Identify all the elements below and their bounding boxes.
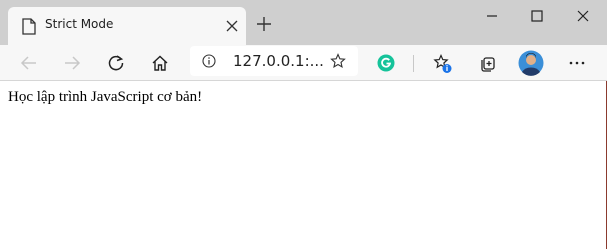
maximize-icon [531, 10, 543, 22]
favorites-button[interactable] [430, 51, 454, 75]
forward-button[interactable] [60, 51, 84, 75]
toolbar-divider [413, 55, 414, 72]
close-icon [577, 10, 589, 22]
home-button[interactable] [148, 51, 172, 75]
url-text[interactable]: 127.0.0.1:... [233, 52, 324, 70]
page-icon [22, 18, 36, 35]
more-icon [569, 61, 585, 65]
page-text: Học lập trình JavaScript cơ bản! [8, 89, 203, 105]
favorite-star-icon[interactable] [330, 53, 346, 69]
grammarly-icon [377, 54, 395, 72]
minimize-button[interactable] [470, 2, 514, 30]
address-bar[interactable]: 127.0.0.1:... [190, 46, 358, 76]
avatar [518, 50, 544, 76]
browser-toolbar: 127.0.0.1:... [0, 45, 607, 81]
minimize-icon [487, 15, 497, 17]
close-window-button[interactable] [561, 2, 605, 30]
info-icon[interactable] [202, 54, 216, 68]
refresh-button[interactable] [104, 51, 128, 75]
forward-icon [65, 56, 81, 70]
collections-button[interactable] [476, 51, 500, 75]
tab-strict-mode[interactable]: Strict Mode [8, 7, 246, 45]
refresh-icon [108, 55, 124, 71]
tab-title: Strict Mode [45, 17, 114, 31]
profile-button[interactable] [518, 50, 544, 76]
back-icon [20, 56, 36, 70]
page-content: Học lập trình JavaScript cơ bản! [0, 81, 607, 249]
grammarly-extension-button[interactable] [374, 51, 398, 75]
new-tab-icon[interactable] [256, 16, 272, 32]
collections-icon [481, 57, 495, 72]
favorites-icon [433, 54, 452, 73]
more-options-button[interactable] [565, 51, 589, 75]
back-button[interactable] [17, 51, 41, 75]
close-tab-icon[interactable] [226, 19, 238, 32]
title-bar: Strict Mode [0, 0, 607, 45]
maximize-button[interactable] [515, 2, 559, 30]
home-icon [152, 55, 168, 71]
